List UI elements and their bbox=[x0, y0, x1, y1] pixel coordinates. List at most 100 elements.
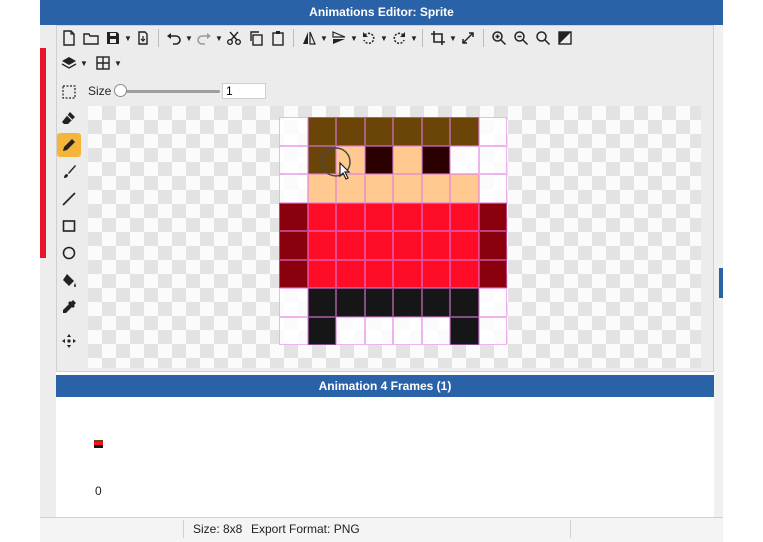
sprite-pixel[interactable] bbox=[364, 202, 393, 231]
size-input[interactable] bbox=[222, 83, 266, 99]
sprite-pixel[interactable] bbox=[450, 117, 479, 146]
sprite-pixel[interactable] bbox=[393, 202, 422, 231]
frame-thumbnail[interactable] bbox=[94, 440, 103, 448]
sprite-pixel[interactable] bbox=[393, 288, 422, 317]
sprite-pixel[interactable] bbox=[450, 259, 479, 288]
crop-dropdown-icon[interactable]: ▼ bbox=[449, 34, 457, 43]
sprite-pixel[interactable] bbox=[279, 145, 308, 174]
flip-horizontal-icon[interactable] bbox=[298, 27, 320, 49]
move-icon[interactable] bbox=[57, 329, 81, 353]
sprite-pixel[interactable] bbox=[393, 117, 422, 146]
sprite-pixel[interactable] bbox=[421, 231, 450, 260]
sprite-pixel[interactable] bbox=[393, 316, 422, 345]
sprite-pixel[interactable] bbox=[393, 259, 422, 288]
undo-icon[interactable] bbox=[163, 27, 185, 49]
sprite-pixel[interactable] bbox=[336, 117, 365, 146]
sprite-pixel[interactable] bbox=[421, 288, 450, 317]
save-icon[interactable] bbox=[102, 27, 124, 49]
redo-dropdown-icon[interactable]: ▼ bbox=[215, 34, 223, 43]
selection-icon[interactable] bbox=[58, 81, 80, 103]
zoom-in-icon[interactable] bbox=[488, 27, 510, 49]
open-folder-icon[interactable] bbox=[80, 27, 102, 49]
rotate-ccw-icon[interactable] bbox=[358, 27, 380, 49]
sprite-pixel[interactable] bbox=[336, 316, 365, 345]
flip-vertical-icon[interactable] bbox=[328, 27, 350, 49]
copy-icon[interactable] bbox=[245, 27, 267, 49]
sprite-pixel[interactable] bbox=[307, 117, 336, 146]
layers-icon[interactable] bbox=[58, 52, 80, 74]
sprite-pixel[interactable] bbox=[279, 288, 308, 317]
paste-icon[interactable] bbox=[267, 27, 289, 49]
sprite-pixel[interactable] bbox=[364, 259, 393, 288]
sprite-pixel[interactable] bbox=[393, 145, 422, 174]
sprite-pixel[interactable] bbox=[279, 231, 308, 260]
save-dropdown-icon[interactable]: ▼ bbox=[124, 34, 132, 43]
sprite-pixel[interactable] bbox=[336, 259, 365, 288]
size-slider-thumb[interactable] bbox=[114, 84, 127, 97]
sprite-pixel[interactable] bbox=[364, 145, 393, 174]
rotate-ccw-dropdown-icon[interactable]: ▼ bbox=[380, 34, 388, 43]
sprite-pixel[interactable] bbox=[364, 174, 393, 203]
grid-icon[interactable] bbox=[92, 52, 114, 74]
crop-icon[interactable] bbox=[427, 27, 449, 49]
sprite-pixel[interactable] bbox=[364, 117, 393, 146]
sprite-pixel[interactable] bbox=[421, 202, 450, 231]
sprite-pixel[interactable] bbox=[279, 259, 308, 288]
sprite-pixel[interactable] bbox=[393, 174, 422, 203]
sprite-pixel[interactable] bbox=[478, 202, 507, 231]
sprite-pixel[interactable] bbox=[336, 231, 365, 260]
sprite-pixel[interactable] bbox=[478, 117, 507, 146]
export-icon[interactable] bbox=[132, 27, 154, 49]
size-slider-track[interactable] bbox=[116, 90, 220, 93]
flip-vertical-dropdown-icon[interactable]: ▼ bbox=[350, 34, 358, 43]
sprite-pixel[interactable] bbox=[478, 259, 507, 288]
sprite-grid[interactable] bbox=[279, 117, 507, 345]
zoom-fit-icon[interactable] bbox=[532, 27, 554, 49]
cut-icon[interactable] bbox=[223, 27, 245, 49]
fill-bucket-icon[interactable] bbox=[57, 268, 81, 292]
sprite-pixel[interactable] bbox=[279, 316, 308, 345]
layers-dropdown-icon[interactable]: ▼ bbox=[80, 59, 88, 68]
sprite-pixel[interactable] bbox=[393, 231, 422, 260]
sprite-pixel[interactable] bbox=[421, 259, 450, 288]
grid-dropdown-icon[interactable]: ▼ bbox=[114, 59, 122, 68]
sprite-pixel[interactable] bbox=[307, 231, 336, 260]
sprite-pixel[interactable] bbox=[421, 174, 450, 203]
sprite-pixel[interactable] bbox=[364, 288, 393, 317]
sprite-pixel[interactable] bbox=[336, 202, 365, 231]
sprite-pixel[interactable] bbox=[421, 145, 450, 174]
sprite-pixel[interactable] bbox=[307, 288, 336, 317]
sprite-pixel[interactable] bbox=[450, 288, 479, 317]
sprite-pixel[interactable] bbox=[364, 316, 393, 345]
sprite-pixel[interactable] bbox=[450, 316, 479, 345]
sprite-pixel[interactable] bbox=[336, 288, 365, 317]
sprite-pixel[interactable] bbox=[364, 231, 393, 260]
zoom-out-icon[interactable] bbox=[510, 27, 532, 49]
redo-icon[interactable] bbox=[193, 27, 215, 49]
new-file-icon[interactable] bbox=[58, 27, 80, 49]
rotate-cw-dropdown-icon[interactable]: ▼ bbox=[410, 34, 418, 43]
resize-icon[interactable] bbox=[457, 27, 479, 49]
sprite-pixel[interactable] bbox=[478, 174, 507, 203]
sprite-pixel[interactable] bbox=[450, 202, 479, 231]
rectangle-icon[interactable] bbox=[57, 214, 81, 238]
sprite-pixel[interactable] bbox=[478, 316, 507, 345]
sprite-pixel[interactable] bbox=[478, 145, 507, 174]
sprite-pixel[interactable] bbox=[279, 202, 308, 231]
flip-horizontal-dropdown-icon[interactable]: ▼ bbox=[320, 34, 328, 43]
sprite-pixel[interactable] bbox=[307, 202, 336, 231]
sprite-pixel[interactable] bbox=[450, 231, 479, 260]
sprite-pixel[interactable] bbox=[450, 174, 479, 203]
brush-icon[interactable] bbox=[57, 160, 81, 184]
undo-dropdown-icon[interactable]: ▼ bbox=[185, 34, 193, 43]
sprite-pixel[interactable] bbox=[450, 145, 479, 174]
sprite-pixel[interactable] bbox=[307, 259, 336, 288]
sprite-pixel[interactable] bbox=[421, 316, 450, 345]
line-icon[interactable] bbox=[57, 187, 81, 211]
ellipse-icon[interactable] bbox=[57, 241, 81, 265]
sprite-pixel[interactable] bbox=[279, 117, 308, 146]
rotate-cw-icon[interactable] bbox=[388, 27, 410, 49]
eyedropper-icon[interactable] bbox=[57, 295, 81, 319]
sprite-pixel[interactable] bbox=[478, 231, 507, 260]
sprite-pixel[interactable] bbox=[478, 288, 507, 317]
